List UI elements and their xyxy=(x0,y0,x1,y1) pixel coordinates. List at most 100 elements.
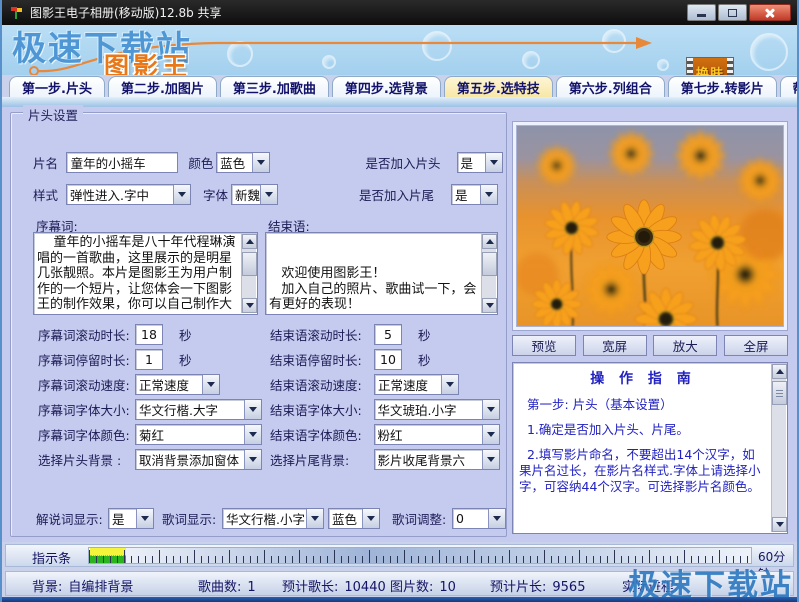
epilogue-scroll-speed-select[interactable]: 正常速度 xyxy=(374,374,459,395)
chevron-down-icon[interactable] xyxy=(136,509,153,528)
preview-photo-frame xyxy=(512,121,788,331)
epilogue-font-color-select[interactable]: 粉红 xyxy=(374,424,500,445)
chevron-down-icon[interactable] xyxy=(244,400,261,419)
tab-step4-background[interactable]: 第四步.选背景 xyxy=(332,76,441,97)
zoom-in-button[interactable]: 放大 xyxy=(653,335,717,356)
lyrics-font-select[interactable]: 华文行楷.小字 xyxy=(222,508,324,529)
prologue-stay-duration-label: 序幕词停留时长: xyxy=(38,350,135,369)
guide-line: 2.填写影片命名，不要超出14个汉字，如果片名过长，在影片名样式.字体上请选择小… xyxy=(519,447,767,495)
unit-seconds: 秒 xyxy=(179,325,192,344)
chevron-down-icon[interactable] xyxy=(488,509,505,528)
scroll-down-arrow[interactable] xyxy=(242,298,257,313)
title-color-label: 颜色 xyxy=(188,153,216,172)
style-select[interactable]: 弹性进入.字中 xyxy=(66,184,191,205)
epilogue-textarea[interactable]: 欢迎使用图影王！ 加入自己的照片、歌曲试一下，会有更好的表现！ xyxy=(265,232,498,315)
chevron-down-icon[interactable] xyxy=(482,425,499,444)
chevron-down-icon[interactable] xyxy=(441,375,458,394)
close-button[interactable] xyxy=(749,4,791,21)
guide-line: 1.确定是否加入片头、片尾。 xyxy=(519,422,767,438)
chevron-down-icon[interactable] xyxy=(482,450,499,469)
lyrics-color-select[interactable]: 蓝色 xyxy=(328,508,380,529)
prologue-stay-duration-input[interactable]: 1 xyxy=(135,349,163,370)
tab-step2-add-photos[interactable]: 第二步.加图片 xyxy=(108,76,217,97)
change-skin-button[interactable]: 换肤 xyxy=(686,57,734,75)
guide-scrollbar[interactable] xyxy=(771,364,786,532)
tab-step7-convert[interactable]: 第七步.转影片 xyxy=(668,76,777,97)
prologue-scrollbar[interactable] xyxy=(241,234,256,313)
chevron-down-icon[interactable] xyxy=(362,509,379,528)
app-window: 图影王电子相册(移动版)12.8b 共享 极速下载站 图影王 换肤 第一步.片头 xyxy=(0,0,799,602)
tab-step1-intro[interactable]: 第一步.片头 xyxy=(9,76,105,97)
tabbar-underline xyxy=(2,97,797,107)
tail-background-select[interactable]: 影片收尾背景六 xyxy=(374,449,500,470)
font-select[interactable]: 新魏 xyxy=(231,184,278,205)
prologue-text: 童年的小摇车是八十年代程琳演唱的一首歌曲，这里展示的是明星几张靓照。本片是图影王… xyxy=(37,235,239,312)
narration-display-label: 解说词显示: xyxy=(36,509,108,528)
chevron-down-icon[interactable] xyxy=(260,185,277,204)
change-skin-label: 换肤 xyxy=(693,58,727,75)
lyrics-adjust-select[interactable]: 0 xyxy=(452,508,506,529)
prologue-font-size-select[interactable]: 华文行楷.大字 xyxy=(135,399,262,420)
intro-background-select[interactable]: 取消背景添加窗体 xyxy=(135,449,262,470)
status-photo-count: 图片数:10 xyxy=(390,576,456,595)
narration-display-select[interactable]: 是 xyxy=(108,508,154,529)
chevron-down-icon[interactable] xyxy=(482,400,499,419)
chevron-down-icon[interactable] xyxy=(480,185,497,204)
tab-help[interactable]: 帮 助 xyxy=(780,76,799,97)
scroll-up-arrow[interactable] xyxy=(482,234,497,249)
chevron-down-icon[interactable] xyxy=(485,153,502,172)
scroll-up-arrow[interactable] xyxy=(242,234,257,249)
indicator-label: 指示条 xyxy=(32,548,71,567)
epilogue-scrollbar[interactable] xyxy=(481,234,496,313)
title-color-select[interactable]: 蓝色 xyxy=(216,152,270,173)
prologue-font-size-value: 华文行楷.大字 xyxy=(136,400,244,419)
tab-step3-add-music[interactable]: 第三步.加歌曲 xyxy=(220,76,329,97)
add-head-value: 是 xyxy=(458,153,485,172)
prologue-scroll-speed-select[interactable]: 正常速度 xyxy=(135,374,220,395)
title-color-value: 蓝色 xyxy=(217,153,252,172)
status-background: 背景:自编排背景 xyxy=(32,576,133,595)
scroll-down-arrow[interactable] xyxy=(772,517,787,532)
tab-step5-effects[interactable]: 第五步.选特技 xyxy=(444,76,553,97)
preview-button[interactable]: 预览 xyxy=(512,335,576,356)
scroll-down-arrow[interactable] xyxy=(482,298,497,313)
prologue-font-color-select[interactable]: 菊红 xyxy=(135,424,262,445)
intro-settings-groupbox: 片头设置 片名 童年的小摇车 颜色 蓝色 是否加入片头 是 样式 弹性进入.字中… xyxy=(10,112,507,537)
epilogue-font-size-select[interactable]: 华文琥珀.小字 xyxy=(374,399,500,420)
minimize-icon xyxy=(697,14,706,17)
scroll-thumb[interactable] xyxy=(772,381,787,405)
scroll-thumb[interactable] xyxy=(242,252,257,276)
style-value: 弹性进入.字中 xyxy=(67,185,173,204)
chevron-down-icon[interactable] xyxy=(244,450,261,469)
fullscreen-button[interactable]: 全屏 xyxy=(724,335,788,356)
guide-line: 第一步: 片头（基本设置） xyxy=(519,397,767,413)
app-icon xyxy=(8,5,24,21)
chevron-down-icon[interactable] xyxy=(202,375,219,394)
guide-title: 操 作 指 南 xyxy=(519,371,767,387)
epilogue-font-color-label: 结束语字体颜色: xyxy=(270,425,374,444)
chevron-down-icon[interactable] xyxy=(244,425,261,444)
widescreen-button[interactable]: 宽屏 xyxy=(583,335,647,356)
film-name-input[interactable]: 童年的小摇车 xyxy=(66,152,179,173)
maximize-icon xyxy=(728,9,737,17)
prologue-scroll-duration-input[interactable]: 18 xyxy=(135,324,163,345)
minimize-button[interactable] xyxy=(687,4,716,21)
prologue-textarea[interactable]: 童年的小摇车是八十年代程琳演唱的一首歌曲，这里展示的是明星几张靓照。本片是图影王… xyxy=(33,232,258,315)
scroll-up-arrow[interactable] xyxy=(772,364,787,379)
epilogue-scroll-duration-input[interactable]: 5 xyxy=(374,324,402,345)
status-actual-progress: 实际进程: xyxy=(622,576,684,595)
maximize-button[interactable] xyxy=(718,4,747,21)
epilogue-font-size-value: 华文琥珀.小字 xyxy=(375,400,482,419)
chevron-down-icon[interactable] xyxy=(252,153,269,172)
chevron-down-icon[interactable] xyxy=(173,185,190,204)
statusbar: 背景:自编排背景 歌曲数:1 预计歌长:10440 图片数:10 预计片长:95… xyxy=(5,571,794,596)
film-name-label: 片名 xyxy=(33,153,66,172)
tab-step6-combine[interactable]: 第六步.列组合 xyxy=(556,76,665,97)
chevron-down-icon[interactable] xyxy=(306,509,323,528)
epilogue-scroll-duration-label: 结束语滚动时长: xyxy=(270,325,374,344)
add-tail-select[interactable]: 是 xyxy=(451,184,498,205)
epilogue-stay-duration-input[interactable]: 10 xyxy=(374,349,402,370)
add-head-select[interactable]: 是 xyxy=(457,152,503,173)
prologue-font-color-value: 菊红 xyxy=(136,425,244,444)
scroll-thumb[interactable] xyxy=(482,252,497,276)
